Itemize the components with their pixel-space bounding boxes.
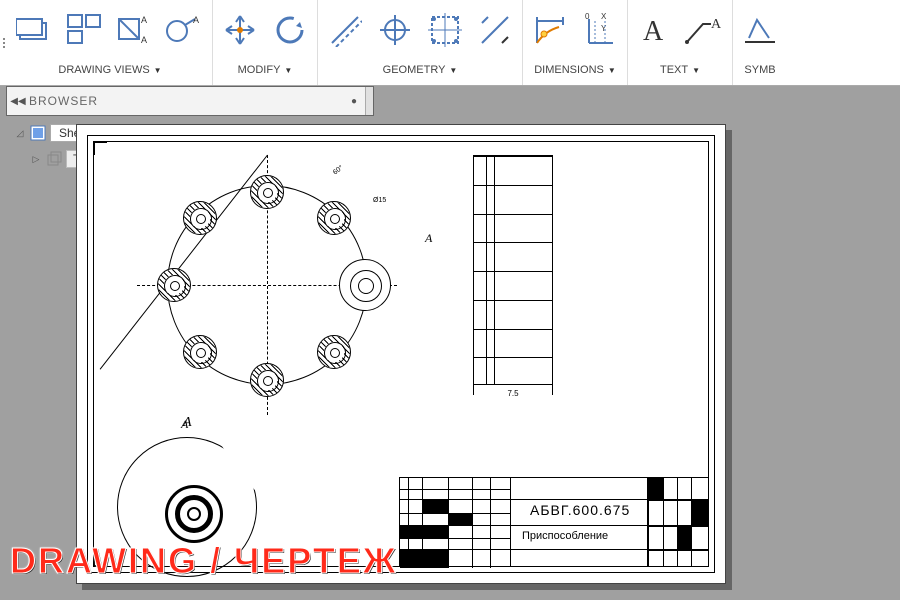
- bolt-hole-highlight: [339, 259, 391, 311]
- bolt-hole: [250, 363, 284, 397]
- drawing-name: Приспособление: [522, 530, 608, 542]
- ribbon-group-text: A A TEXT ▼: [628, 0, 733, 85]
- ribbon-label-modify[interactable]: MODIFY▼: [217, 58, 313, 82]
- ribbon-group-symbols: SYMB: [733, 0, 787, 85]
- detail-ring: [187, 507, 201, 521]
- dimension-callout: 60°: [332, 165, 345, 177]
- surface-finish-icon[interactable]: [737, 7, 783, 53]
- rotate-icon[interactable]: [267, 7, 313, 53]
- bolt-hole: [250, 175, 284, 209]
- move-icon[interactable]: [217, 7, 263, 53]
- svg-text:X: X: [601, 13, 607, 21]
- bolt-hole: [317, 201, 351, 235]
- svg-text:0: 0: [585, 13, 590, 21]
- expand-toggle-icon[interactable]: ◿: [14, 128, 26, 139]
- dimension-callout: Ø15: [373, 197, 386, 204]
- dimension-width: 7.5: [473, 389, 553, 398]
- ribbon-label-text: TEXT: [660, 64, 688, 76]
- title-block-right: [647, 478, 709, 567]
- base-view-icon[interactable]: [12, 7, 58, 53]
- detail-label: A: [183, 415, 192, 431]
- pin-panel-icon[interactable]: ●: [343, 96, 365, 107]
- sheet-icon: [30, 125, 46, 141]
- svg-text:A: A: [643, 16, 664, 46]
- ribbon-group-drawing-views: AA A DRAWING VIEWS▼: [8, 0, 213, 85]
- detail-view-icon[interactable]: A: [162, 7, 208, 53]
- leader-text-icon[interactable]: A: [682, 7, 728, 53]
- ribbon-group-dimensions: 0 XY DIMENSIONS ▼: [523, 0, 628, 85]
- chevron-down-icon: ▼: [608, 66, 616, 75]
- plan-view[interactable]: A A 60° Ø15: [137, 155, 397, 415]
- collapse-panel-icon[interactable]: ◀◀: [7, 96, 29, 107]
- ribbon-label-text: DRAWING VIEWS: [58, 64, 149, 76]
- drawing-sheet[interactable]: A A 60° Ø15 7.5 A: [76, 124, 726, 584]
- side-view[interactable]: [473, 155, 553, 385]
- ribbon-label-text: SYMB: [744, 64, 775, 76]
- chevron-down-icon: ▼: [449, 66, 457, 75]
- watermark-text: DRAWING / ЧЕРТЕЖ: [10, 540, 397, 582]
- dimension-icon[interactable]: [527, 7, 573, 53]
- component-icon: [46, 151, 62, 167]
- ribbon-toolbar: AA A DRAWING VIEWS▼ MODIFY▼: [0, 0, 900, 86]
- section-label: A: [425, 231, 432, 246]
- svg-text:Y: Y: [601, 24, 607, 33]
- ribbon-label-text: DIMENSIONS: [534, 64, 604, 76]
- drawing-number: АБВГ.600.675: [530, 502, 630, 518]
- chevron-down-icon: ▼: [284, 66, 292, 75]
- title-block[interactable]: АБВГ.600.675 Приспособление: [399, 477, 709, 567]
- ribbon-group-geometry: GEOMETRY▼: [318, 0, 523, 85]
- browser-panel-header: ◀◀ BROWSER ●: [6, 86, 374, 116]
- ribbon-label-text[interactable]: TEXT ▼: [632, 58, 728, 82]
- svg-text:A: A: [141, 35, 147, 45]
- text-icon[interactable]: A: [632, 7, 678, 53]
- expand-toggle-icon[interactable]: ▷: [30, 154, 42, 165]
- ribbon-label-dimensions[interactable]: DIMENSIONS ▼: [527, 58, 623, 82]
- svg-text:A: A: [141, 15, 147, 25]
- browser-title: BROWSER: [29, 94, 343, 108]
- ribbon-label-text: MODIFY: [238, 64, 281, 76]
- panel-resize-handle[interactable]: [365, 87, 373, 115]
- svg-text:A: A: [193, 15, 199, 25]
- chevron-down-icon: ▼: [154, 66, 162, 75]
- svg-text:A: A: [711, 17, 722, 32]
- ribbon-group-modify: MODIFY▼: [213, 0, 318, 85]
- bolt-hole: [183, 201, 217, 235]
- center-pattern-icon[interactable]: [422, 7, 468, 53]
- ribbon-grip[interactable]: [0, 0, 8, 85]
- chevron-down-icon: ▼: [692, 66, 700, 75]
- bolt-hole: [317, 335, 351, 369]
- bolt-hole: [157, 268, 191, 302]
- center-mark-icon[interactable]: [372, 7, 418, 53]
- centerline-icon[interactable]: [322, 7, 368, 53]
- section-view-icon[interactable]: AA: [112, 7, 158, 53]
- ribbon-label-text: GEOMETRY: [383, 64, 446, 76]
- edge-extend-icon[interactable]: [472, 7, 518, 53]
- frame-corner: [93, 141, 107, 155]
- ribbon-label-geometry[interactable]: GEOMETRY▼: [322, 58, 518, 82]
- ribbon-label-drawing-views[interactable]: DRAWING VIEWS ▼: [12, 58, 208, 82]
- projected-view-icon[interactable]: [62, 7, 108, 53]
- ordinate-dimension-icon[interactable]: 0 XY: [577, 7, 623, 53]
- ribbon-label-symbols[interactable]: SYMB: [737, 58, 783, 82]
- bolt-hole: [183, 335, 217, 369]
